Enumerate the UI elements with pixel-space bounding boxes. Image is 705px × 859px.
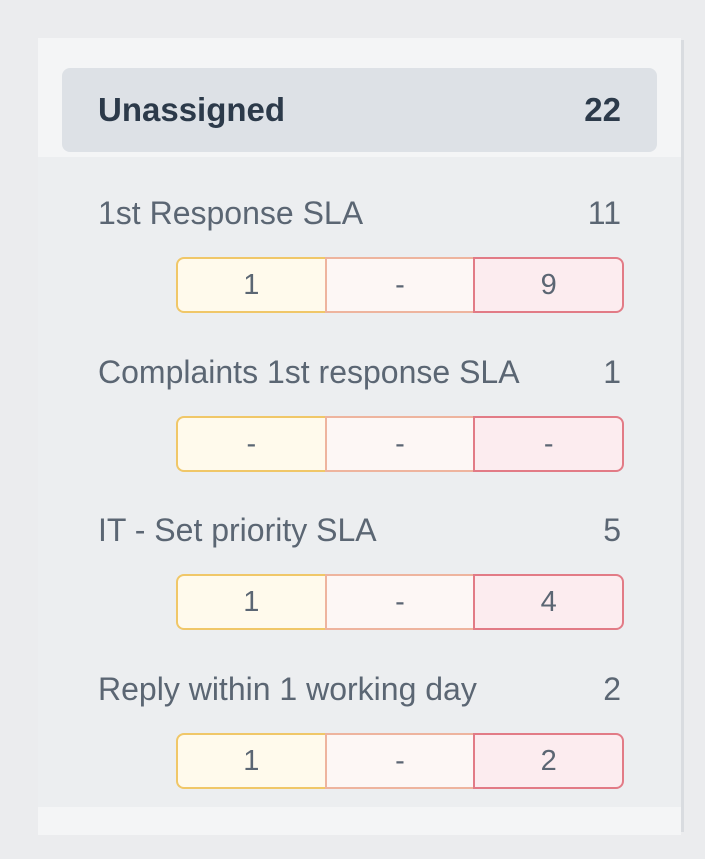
sla-segment-breached[interactable]: 2: [473, 733, 625, 789]
sla-segment-neutral[interactable]: -: [324, 733, 474, 789]
sla-status-bar: 1 - 9: [176, 257, 625, 313]
panel-divider: [681, 40, 684, 832]
sla-name: Complaints 1st response SLA: [98, 354, 520, 390]
sla-count: 5: [603, 512, 621, 548]
sla-status-bar: 1 - 4: [176, 574, 625, 630]
sla-name: IT - Set priority SLA: [98, 512, 377, 548]
sla-name: 1st Response SLA: [98, 195, 364, 231]
queue-sidebar: Unassigned 22 1st Response SLA 11 1 - 9 …: [0, 0, 705, 859]
sla-item-reply-within-1-working-day[interactable]: Reply within 1 working day 2 1 - 2: [62, 665, 657, 815]
sla-segment-warning[interactable]: 1: [176, 574, 325, 630]
sla-segment-neutral[interactable]: -: [324, 574, 474, 630]
sla-item-1st-response[interactable]: 1st Response SLA 11 1 - 9: [62, 189, 657, 339]
sla-count: 1: [603, 354, 621, 390]
sla-segment-breached[interactable]: -: [473, 416, 625, 472]
sla-status-bar: 1 - 2: [176, 733, 625, 789]
sla-status-bar: - - -: [176, 416, 625, 472]
sla-count: 11: [587, 195, 621, 231]
sla-segment-warning[interactable]: -: [176, 416, 325, 472]
sla-segment-breached[interactable]: 9: [473, 257, 625, 313]
sla-segment-neutral[interactable]: -: [324, 257, 474, 313]
queue-label: Unassigned: [98, 91, 286, 128]
sla-segment-breached[interactable]: 4: [473, 574, 625, 630]
sla-segment-warning[interactable]: 1: [176, 733, 325, 789]
queue-count: 22: [584, 91, 621, 128]
sla-count: 2: [603, 671, 621, 707]
unassigned-queue-header[interactable]: Unassigned 22: [62, 68, 657, 152]
sla-segment-neutral[interactable]: -: [324, 416, 474, 472]
sla-segment-warning[interactable]: 1: [176, 257, 325, 313]
sla-name: Reply within 1 working day: [98, 671, 477, 707]
sla-item-complaints-1st-response[interactable]: Complaints 1st response SLA 1 - - -: [62, 348, 657, 498]
sla-item-it-set-priority[interactable]: IT - Set priority SLA 5 1 - 4: [62, 506, 657, 656]
